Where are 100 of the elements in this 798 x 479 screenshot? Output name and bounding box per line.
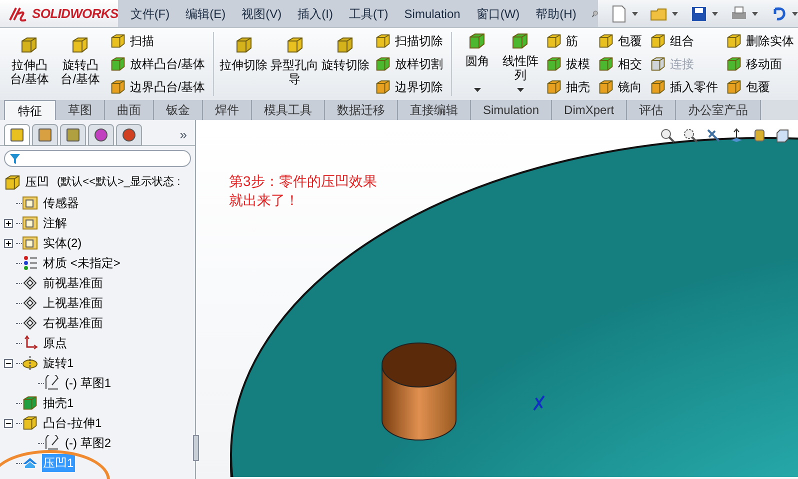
- collapse-icon[interactable]: [4, 418, 13, 428]
- cube-icon: [726, 56, 742, 72]
- plane-icon: [22, 315, 38, 331]
- tree-item[interactable]: 凸台-拉伸1: [42, 414, 103, 432]
- ribbon-button[interactable]: 插入零件: [650, 78, 718, 96]
- caret-icon[interactable]: [632, 12, 638, 16]
- ribbon-tab[interactable]: 曲面: [105, 100, 154, 120]
- cube-icon: [598, 79, 614, 95]
- menu-item[interactable]: Simulation: [404, 4, 460, 22]
- tree-item[interactable]: 旋转1: [42, 354, 75, 372]
- shell-icon: [22, 395, 38, 411]
- tree-item[interactable]: 前视基准面: [42, 274, 104, 292]
- tree-item[interactable]: 材质 <未指定>: [42, 254, 122, 272]
- tree-item[interactable]: 注解: [42, 214, 68, 232]
- ribbon-button[interactable]: 移动面: [726, 55, 794, 73]
- cube-icon: [234, 36, 253, 54]
- ribbon-button[interactable]: 镜向: [598, 78, 642, 96]
- panel-tab[interactable]: [88, 124, 114, 146]
- tree-item[interactable]: 传感器: [42, 194, 80, 212]
- menu-item[interactable]: 帮助(H): [536, 4, 576, 22]
- tree-item[interactable]: 上视基准面: [42, 294, 104, 312]
- tree-item[interactable]: 抽壳1: [42, 394, 75, 412]
- ribbon-button[interactable]: 线性阵列: [500, 32, 540, 82]
- ribbon-button[interactable]: 旋转凸台/基体: [54, 28, 106, 100]
- cube-icon: [110, 79, 126, 95]
- caret-icon[interactable]: [516, 88, 524, 92]
- sketch-icon: [44, 375, 60, 391]
- tree-item[interactable]: (-) 草图1: [64, 374, 112, 392]
- ribbon-tab[interactable]: DimXpert: [552, 100, 628, 120]
- ribbon-tab[interactable]: 数据迁移: [325, 100, 398, 120]
- ribbon-button[interactable]: 组合: [650, 32, 718, 50]
- arrow-icon[interactable]: [729, 128, 744, 143]
- caret-icon[interactable]: [712, 12, 718, 16]
- ribbon-button[interactable]: 放样切割: [374, 55, 443, 73]
- ribbon-button[interactable]: 圆角: [457, 32, 498, 68]
- collapse-icon[interactable]: [4, 358, 13, 368]
- panel-tab[interactable]: [32, 124, 58, 146]
- ribbon-button[interactable]: 包覆: [726, 78, 794, 96]
- caret-icon[interactable]: [672, 12, 678, 16]
- ribbon-tab[interactable]: Simulation: [471, 100, 552, 120]
- ribbon-button[interactable]: 拉伸凸台/基体: [4, 28, 55, 100]
- tree-item[interactable]: 右视基准面: [42, 314, 104, 332]
- ribbon-button[interactable]: 异型孔向导: [269, 28, 320, 100]
- splitter-handle[interactable]: [193, 435, 199, 461]
- menu-item[interactable]: 视图(V): [242, 4, 282, 22]
- ribbon-button[interactable]: 包覆: [598, 32, 642, 50]
- tree-item[interactable]: 实体(2): [42, 234, 83, 252]
- expand-icon[interactable]: [4, 238, 13, 248]
- new-file-icon[interactable]: [610, 4, 628, 22]
- ribbon-tab[interactable]: 特征: [4, 100, 56, 120]
- ribbon-tab[interactable]: 办公室产品: [676, 100, 762, 120]
- cube-icon: [546, 56, 562, 72]
- menu-item[interactable]: 文件(F): [130, 4, 170, 22]
- menu-item[interactable]: 插入(I): [298, 4, 333, 22]
- ribbon-button[interactable]: 扫描: [110, 32, 206, 50]
- plane-icon: [22, 295, 38, 311]
- extrude-icon: [22, 415, 38, 431]
- ribbon-button[interactable]: 抽壳: [546, 78, 590, 96]
- panel-tab[interactable]: [116, 124, 142, 146]
- tree-root[interactable]: 压凹: [25, 173, 49, 191]
- panel-tab[interactable]: [60, 124, 86, 146]
- ribbon-tab[interactable]: 钣金: [154, 100, 203, 120]
- ribbon-button[interactable]: 扫描切除: [374, 32, 443, 50]
- zoom-area-icon[interactable]: [683, 128, 698, 143]
- tree-item[interactable]: (-) 草图2: [64, 434, 112, 452]
- ribbon-button[interactable]: 拔模: [546, 55, 590, 73]
- expand-icon[interactable]: [4, 218, 13, 228]
- caret-icon[interactable]: [474, 88, 481, 92]
- ribbon-tab[interactable]: 评估: [627, 100, 676, 120]
- ribbon-button[interactable]: 删除实体: [726, 32, 794, 50]
- menu-item[interactable]: 编辑(E): [186, 4, 226, 22]
- caret-icon[interactable]: [792, 12, 798, 16]
- ribbon-button[interactable]: 旋转切除: [320, 28, 371, 100]
- ribbon-tab[interactable]: 模具工具: [252, 100, 325, 120]
- tree-item[interactable]: 原点: [42, 334, 68, 352]
- indent-icon: [22, 455, 38, 471]
- caret-icon[interactable]: [752, 12, 758, 16]
- ribbon-button[interactable]: 拉伸切除: [218, 28, 270, 100]
- ribbon-button[interactable]: 边界凸台/基体: [110, 78, 206, 96]
- panel-tab[interactable]: [4, 124, 30, 146]
- cube-icon: [546, 33, 562, 49]
- cube-icon: [598, 56, 614, 72]
- filter-field[interactable]: [4, 150, 191, 167]
- save-icon[interactable]: [690, 4, 708, 22]
- ribbon-button[interactable]: 相交: [598, 55, 642, 73]
- cube-icon: [71, 36, 90, 54]
- menu-item[interactable]: 工具(T): [348, 4, 388, 22]
- menu-item[interactable]: 窗口(W): [476, 4, 520, 22]
- folder-icon: [22, 215, 38, 231]
- rotate-view-icon[interactable]: [706, 128, 721, 143]
- logo-mark-icon: [8, 6, 28, 22]
- ribbon-button[interactable]: 筋: [546, 32, 590, 50]
- more-button[interactable]: »: [180, 124, 191, 144]
- ribbon-button[interactable]: 边界切除: [374, 78, 443, 96]
- ribbon-button[interactable]: 放样凸台/基体: [110, 55, 206, 73]
- ribbon-tab[interactable]: 草图: [56, 100, 105, 120]
- cube-icon: [336, 36, 354, 54]
- ribbon-tab[interactable]: 焊件: [203, 100, 252, 120]
- zoom-icon[interactable]: [660, 128, 675, 143]
- ribbon-tab[interactable]: 直接编辑: [398, 100, 471, 120]
